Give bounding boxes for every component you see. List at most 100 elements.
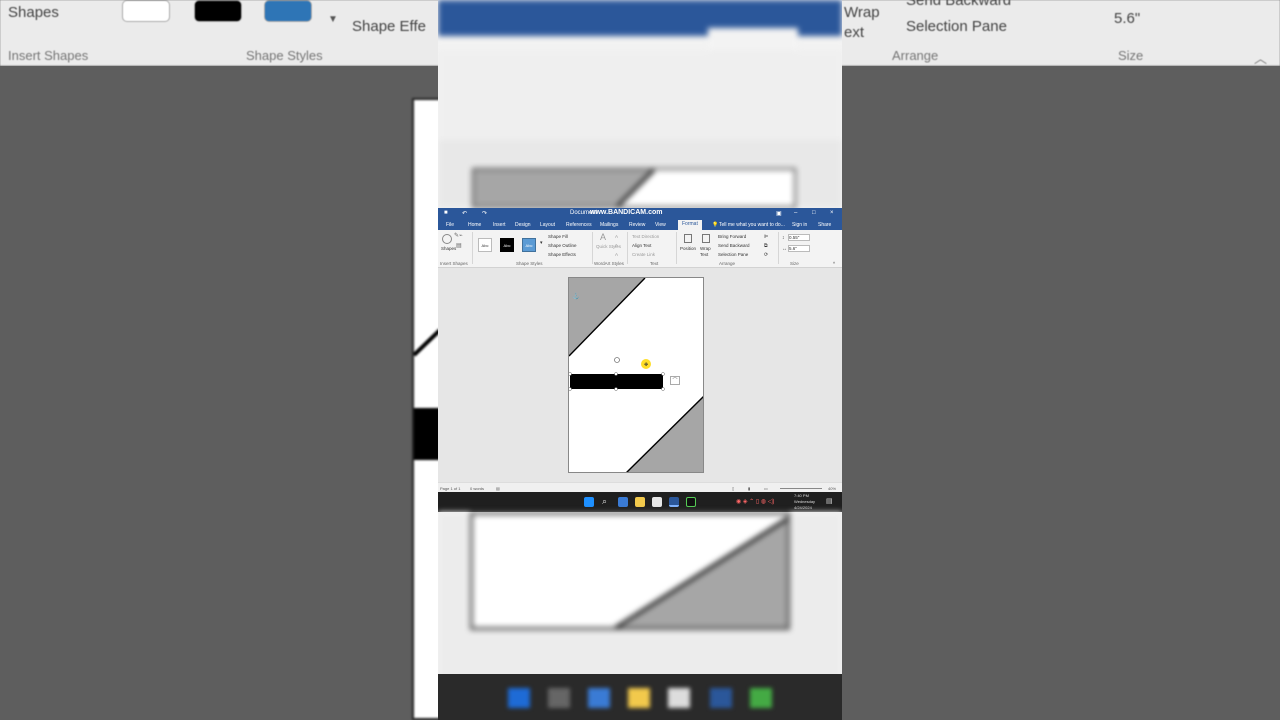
- quick-styles-icon[interactable]: A: [600, 232, 606, 242]
- bg-text-frag: ext: [844, 24, 865, 41]
- tab-review[interactable]: Review: [629, 222, 645, 228]
- selected-black-bar[interactable]: [570, 374, 663, 389]
- undo-icon[interactable]: ↶: [462, 210, 467, 217]
- resize-handle[interactable]: [569, 387, 572, 391]
- align-icon[interactable]: ⊫: [764, 234, 768, 240]
- web-layout-icon[interactable]: ▭: [764, 486, 768, 491]
- text-fill-icon[interactable]: A: [615, 234, 618, 239]
- edit-shape-icon[interactable]: ✎⌁: [454, 232, 463, 239]
- bg-shape-styles-label: Shape Styles: [246, 48, 323, 63]
- width-icon: ↔: [782, 246, 787, 252]
- bg-size-value: 5.6": [1114, 10, 1141, 27]
- tab-view[interactable]: View: [655, 222, 666, 228]
- shapes-gallery-icon[interactable]: [442, 234, 452, 244]
- bg-insert-shapes-label: Insert Shapes: [8, 48, 89, 63]
- notification-icon[interactable]: ▤: [826, 497, 833, 505]
- text-effects-icon[interactable]: A: [615, 252, 618, 257]
- selection-pane-button[interactable]: Selection Pane: [718, 252, 748, 257]
- resize-handle[interactable]: [661, 372, 665, 376]
- wrap-text-icon[interactable]: [702, 234, 710, 243]
- shape-outline-button[interactable]: Shape Outline: [548, 243, 577, 248]
- redo-icon[interactable]: ↷: [482, 210, 487, 217]
- search-icon[interactable]: ⌕: [602, 496, 607, 507]
- text-group: Text: [650, 261, 659, 266]
- collapse-ribbon-icon[interactable]: ^: [833, 261, 835, 266]
- send-backward-button[interactable]: Send Backward: [718, 243, 750, 248]
- position-button[interactable]: Position: [680, 246, 696, 251]
- sign-in-link[interactable]: Sign in: [792, 222, 807, 228]
- create-link-button[interactable]: Create Link: [632, 252, 655, 257]
- resize-handle[interactable]: [614, 387, 618, 391]
- word-window: ■ ↶ ↷ Document www.BANDICAM.com ▣ – □ × …: [438, 208, 842, 512]
- style-preset-blue[interactable]: Abc: [522, 238, 536, 252]
- resize-handle[interactable]: [614, 372, 618, 376]
- tray-icons[interactable]: ◉ ◈ ⌃ ▯ ◍ ◁): [736, 498, 774, 505]
- text-outline-icon[interactable]: A: [615, 243, 618, 248]
- page-shapes: ✥ ⚓: [569, 278, 704, 473]
- tab-home[interactable]: Home: [468, 222, 481, 228]
- height-field[interactable]: 0.55": [788, 234, 810, 241]
- save-icon[interactable]: ■: [444, 210, 448, 216]
- text-box-icon[interactable]: ▤: [456, 242, 462, 249]
- zoom-level[interactable]: 40%: [828, 486, 836, 491]
- shape-effects-button[interactable]: Shape Effects: [548, 252, 576, 257]
- bg-style-white: [122, 0, 170, 22]
- start-icon[interactable]: [584, 497, 594, 507]
- group-icon[interactable]: ⧉: [764, 243, 768, 249]
- text-direction-button[interactable]: Text Direction: [632, 234, 659, 239]
- tell-me-box[interactable]: Tell me what you want to do...: [719, 222, 785, 228]
- print-layout-icon[interactable]: ▮: [748, 486, 750, 491]
- minimize-icon[interactable]: –: [794, 210, 797, 216]
- tab-design[interactable]: Design: [515, 222, 531, 228]
- shapes-label[interactable]: Shapes: [441, 246, 456, 251]
- resize-handle[interactable]: [661, 387, 665, 391]
- resize-handle[interactable]: [569, 372, 572, 376]
- word-app-icon[interactable]: [669, 497, 679, 507]
- store-icon[interactable]: [652, 497, 662, 507]
- style-preset-black[interactable]: Abc: [500, 238, 514, 252]
- clock-date[interactable]: 4/24/2024: [794, 505, 812, 510]
- clock-time[interactable]: 7:40 PM: [794, 493, 809, 498]
- bg-send-backward: Send Backward: [906, 0, 1012, 9]
- bg-shape-effects: Shape Effe: [352, 18, 426, 35]
- share-button[interactable]: Share: [818, 222, 831, 228]
- clock-day[interactable]: Wednesday: [794, 499, 815, 504]
- tab-layout[interactable]: Layout: [540, 222, 555, 228]
- tab-file[interactable]: File: [446, 222, 454, 228]
- wrap-text-button[interactable]: Wrap Text: [700, 246, 714, 258]
- maximize-icon[interactable]: □: [812, 210, 816, 216]
- format-ribbon: Shapes ✎⌁ ▤ Insert Shapes Abc Abc Abc ▾ …: [438, 230, 842, 268]
- bottom-right-triangle[interactable]: [625, 395, 704, 473]
- styles-more-icon[interactable]: ▾: [540, 240, 543, 246]
- bandicam-icon[interactable]: [686, 497, 696, 507]
- layout-options-icon[interactable]: ⌒: [670, 376, 680, 385]
- position-icon[interactable]: [684, 234, 692, 243]
- style-preset-white[interactable]: Abc: [478, 238, 492, 252]
- ribbon-display-icon[interactable]: ▣: [776, 210, 782, 217]
- bg-style-blue: [264, 0, 312, 22]
- anchor-icon: ⚓: [572, 292, 579, 300]
- tab-format[interactable]: Format: [678, 220, 702, 230]
- width-field[interactable]: 5.6": [788, 245, 810, 252]
- height-icon: ↕: [782, 235, 785, 241]
- word-count: 0 words: [470, 486, 485, 491]
- close-icon[interactable]: ×: [830, 210, 834, 216]
- tab-mailings[interactable]: Mailings: [600, 222, 618, 228]
- task-view-icon[interactable]: [618, 497, 628, 507]
- rotate-icon[interactable]: ⟳: [764, 252, 768, 258]
- rotate-handle[interactable]: [614, 357, 620, 363]
- bg-size-label: Size: [1118, 48, 1144, 63]
- screen: Shapes Insert Shapes ▼ Shape Styles Shap…: [0, 0, 1280, 720]
- file-explorer-icon[interactable]: [635, 497, 645, 507]
- shape-fill-button[interactable]: Shape Fill: [548, 234, 568, 239]
- proofing-icon[interactable]: ▤: [496, 486, 500, 491]
- bring-forward-button[interactable]: Bring Forward: [718, 234, 746, 239]
- align-text-button[interactable]: Align Text: [632, 243, 651, 248]
- zoom-slider[interactable]: [780, 488, 822, 489]
- read-mode-icon[interactable]: ▯: [732, 486, 734, 491]
- tab-insert[interactable]: Insert: [493, 222, 506, 228]
- tab-references[interactable]: References: [566, 222, 592, 228]
- wordart-styles-group: WordArt Styles: [594, 261, 624, 266]
- bg-more-icon: ▼: [328, 14, 338, 25]
- arrange-group: Arrange: [719, 261, 736, 266]
